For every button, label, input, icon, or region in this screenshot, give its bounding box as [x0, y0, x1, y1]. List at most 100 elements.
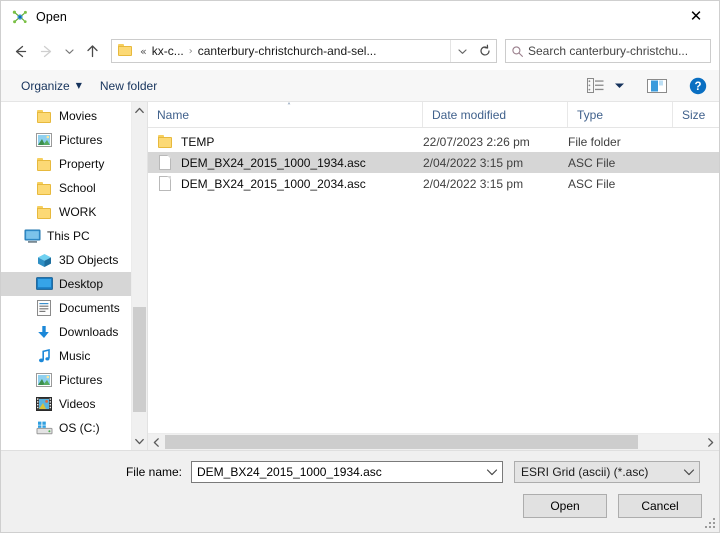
sidebar-scrollbar[interactable]	[131, 102, 147, 450]
sidebar-item-label: Pictures	[59, 133, 103, 147]
view-dropdown-button[interactable]	[610, 73, 629, 99]
scroll-left-button[interactable]	[148, 434, 165, 450]
sidebar-item-os-c[interactable]: OS (C:)	[1, 416, 147, 440]
filename-value[interactable]: DEM_BX24_2015_1000_1934.asc	[192, 465, 482, 479]
breadcrumb-item-0[interactable]: kx-c...	[152, 44, 184, 58]
refresh-button[interactable]	[473, 39, 497, 63]
file-list-pane: Name ˄ Date modified Type Size TEMP 22/07…	[148, 102, 719, 450]
scroll-down-button[interactable]	[132, 433, 147, 450]
up-arrow-icon	[86, 44, 98, 57]
column-header-type[interactable]: Type	[568, 102, 673, 127]
view-layout-button[interactable]	[583, 73, 608, 99]
search-box[interactable]: Search canterbury-christchu...	[505, 39, 711, 63]
sidebar-item-label: Movies	[59, 109, 98, 123]
sidebar-item-property[interactable]: Property	[1, 152, 147, 176]
sidebar-item-pictures[interactable]: Pictures	[1, 368, 147, 392]
filename-dropdown-button[interactable]	[482, 468, 502, 477]
preview-pane-button[interactable]	[643, 73, 671, 99]
cell-type: ASC File	[568, 155, 616, 170]
pictures-icon	[36, 373, 52, 387]
sidebar-item-label: Property	[59, 157, 105, 171]
table-row[interactable]: DEM_BX24_2015_1000_1934.asc 2/04/2022 3:1…	[148, 152, 719, 173]
sidebar-item-downloads[interactable]: Downloads	[1, 320, 147, 344]
sidebar-item-label: School	[59, 181, 96, 195]
horizontal-scroll-thumb[interactable]	[165, 435, 638, 449]
help-button[interactable]: ?	[685, 73, 711, 99]
search-input[interactable]: Search canterbury-christchu...	[528, 44, 688, 58]
cell-type: ASC File	[568, 176, 616, 191]
cell-date-modified: 22/07/2023 2:26 pm	[423, 134, 530, 149]
sidebar-item-3d-objects[interactable]: 3D Objects	[1, 248, 147, 272]
file-type-filter-dropdown-icon[interactable]	[679, 468, 699, 477]
horizontal-scroll-track[interactable]	[165, 434, 702, 450]
column-header-type-label: Type	[577, 107, 604, 122]
folder-icon	[36, 157, 52, 171]
new-folder-button[interactable]: New folder	[94, 74, 163, 98]
command-bar-right-group: ?	[583, 73, 711, 99]
sidebar-item-label: Music	[59, 349, 91, 363]
videos-icon	[36, 397, 52, 411]
chevron-left-icon	[153, 437, 159, 447]
address-dropdown-button[interactable]	[450, 40, 473, 62]
file-rows: TEMP 22/07/2023 2:26 pm File folder DEM_BX2…	[148, 128, 719, 433]
sidebar-item-videos[interactable]: Videos	[1, 392, 147, 416]
sidebar-item-label: Downloads	[59, 325, 119, 339]
qgis-app-icon	[12, 9, 28, 25]
close-button[interactable]: ✕	[673, 1, 719, 31]
organize-button[interactable]: Organize ▼	[15, 74, 88, 98]
dialog-buttons: Open Cancel	[1, 483, 719, 518]
sidebar-item-music[interactable]: Music	[1, 344, 147, 368]
refresh-icon	[479, 44, 490, 56]
videos-icon	[35, 396, 53, 412]
filename-field[interactable]: DEM_BX24_2015_1000_1934.asc	[191, 461, 503, 483]
documents-icon	[37, 300, 51, 316]
scroll-right-button[interactable]	[702, 434, 719, 450]
command-bar: Organize ▼ New folder ?	[1, 70, 719, 102]
music-icon	[38, 348, 50, 362]
sidebar-item-desktop[interactable]: Desktop	[1, 272, 147, 296]
table-row[interactable]: TEMP 22/07/2023 2:26 pm File folder	[148, 131, 719, 152]
folder-icon	[36, 181, 52, 195]
folder-icon	[35, 180, 53, 196]
open-button[interactable]: Open	[523, 494, 607, 518]
recent-locations-button[interactable]	[59, 38, 79, 64]
sidebar-item-documents[interactable]: Documents	[1, 296, 147, 320]
scroll-up-button[interactable]	[132, 102, 147, 119]
desktop-icon	[35, 276, 53, 292]
breadcrumb: « kx-c... › canterbury-christchurch-and-…	[140, 44, 450, 58]
cancel-button[interactable]: Cancel	[618, 494, 702, 518]
file-name-label: DEM_BX24_2015_1000_2034.asc	[181, 176, 366, 191]
sidebar-item-this-pc[interactable]: This PC	[1, 224, 147, 248]
up-button[interactable]	[79, 38, 105, 64]
column-header-date-modified[interactable]: Date modified	[423, 102, 568, 127]
column-header-name-label: Name	[157, 107, 190, 122]
downloads-icon	[35, 324, 53, 340]
folder-icon	[35, 204, 53, 220]
column-header-name[interactable]: Name ˄	[148, 102, 423, 127]
resize-grip[interactable]	[705, 518, 716, 529]
breadcrumb-overflow[interactable]: «	[140, 45, 147, 58]
cell-type: File folder	[568, 134, 621, 149]
view-layout-icon	[587, 78, 604, 93]
chevron-down-icon	[683, 468, 695, 475]
sidebar-item-work[interactable]: WORK	[1, 200, 147, 224]
table-row[interactable]: DEM_BX24_2015_1000_2034.asc 2/04/2022 3:1…	[148, 173, 719, 194]
3d-objects-icon	[37, 253, 51, 267]
sidebar-item-pictures[interactable]: Pictures	[1, 128, 147, 152]
forward-arrow-icon	[40, 45, 51, 57]
file-name-label: TEMP	[181, 134, 215, 149]
chevron-down-icon: ▼	[75, 81, 82, 90]
file-type-filter-select[interactable]: ESRI Grid (ascii) (*.asc)	[514, 461, 700, 483]
sidebar-scroll-thumb[interactable]	[133, 307, 146, 412]
sidebar-item-movies[interactable]: Movies	[1, 104, 147, 128]
breadcrumb-separator: ›	[188, 45, 193, 57]
column-header-row: Name ˄ Date modified Type Size	[148, 102, 719, 128]
folder-icon	[35, 156, 53, 172]
column-header-size[interactable]: Size	[673, 102, 719, 127]
back-button[interactable]	[7, 38, 33, 64]
breadcrumb-item-1[interactable]: canterbury-christchurch-and-sel...	[198, 44, 377, 58]
music-icon	[35, 348, 53, 364]
address-bar[interactable]: « kx-c... › canterbury-christchurch-and-…	[111, 39, 474, 63]
file-list-horizontal-scrollbar[interactable]	[148, 433, 719, 450]
sidebar-item-school[interactable]: School	[1, 176, 147, 200]
